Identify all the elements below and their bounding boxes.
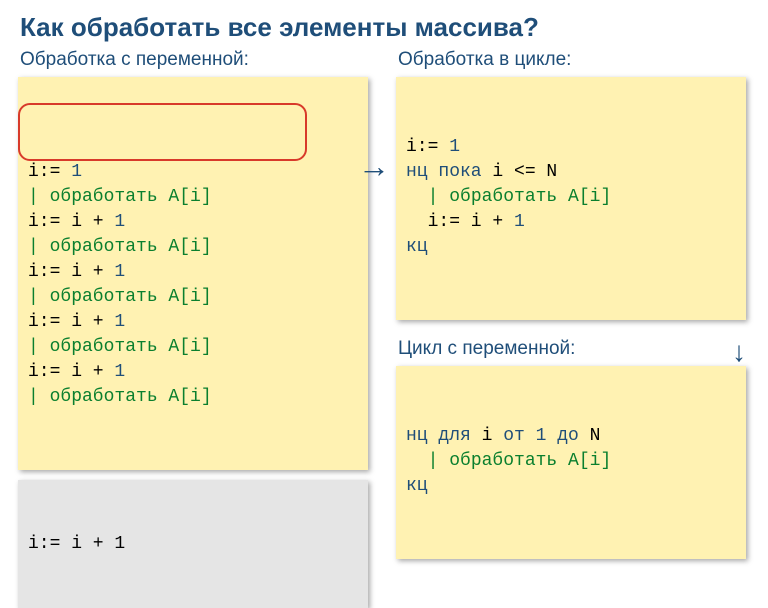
right-bottom-code: нц для i от 1 до N | обработать A[i] кц: [406, 424, 736, 499]
arrow-right-icon: →: [358, 148, 390, 185]
right-bottom-block: ↓ Цикл с переменной: нц для i от 1 до N …: [396, 338, 746, 559]
arrow-down-icon: ↓: [732, 336, 746, 368]
right-top-heading: Обработка в цикле:: [398, 49, 746, 71]
right-bottom-heading: Цикл с переменной:: [398, 338, 746, 360]
right-top-codebox: i:= 1 нц пока i <= N | обработать A[i] i…: [396, 77, 746, 320]
left-graycode: i:= i + 1: [28, 532, 358, 556]
columns: Обработка с переменной: i:= 1 | обработа…: [18, 49, 750, 608]
slide-title: Как обработать все элементы массива?: [20, 12, 750, 43]
left-heading: Обработка с переменной:: [20, 49, 368, 71]
right-column: Обработка в цикле: i:= 1 нц пока i <= N …: [396, 49, 746, 559]
left-graybox: i:= i + 1: [18, 480, 368, 608]
right-bottom-codebox: нц для i от 1 до N | обработать A[i] кц: [396, 366, 746, 559]
left-code: i:= 1 | обработать A[i] i:= i + 1 | обра…: [28, 160, 358, 410]
right-top-code: i:= 1 нц пока i <= N | обработать A[i] i…: [406, 135, 736, 260]
left-column: Обработка с переменной: i:= 1 | обработа…: [18, 49, 368, 608]
left-codebox: i:= 1 | обработать A[i] i:= i + 1 | обра…: [18, 77, 368, 470]
highlight-rectangle: [18, 103, 307, 161]
